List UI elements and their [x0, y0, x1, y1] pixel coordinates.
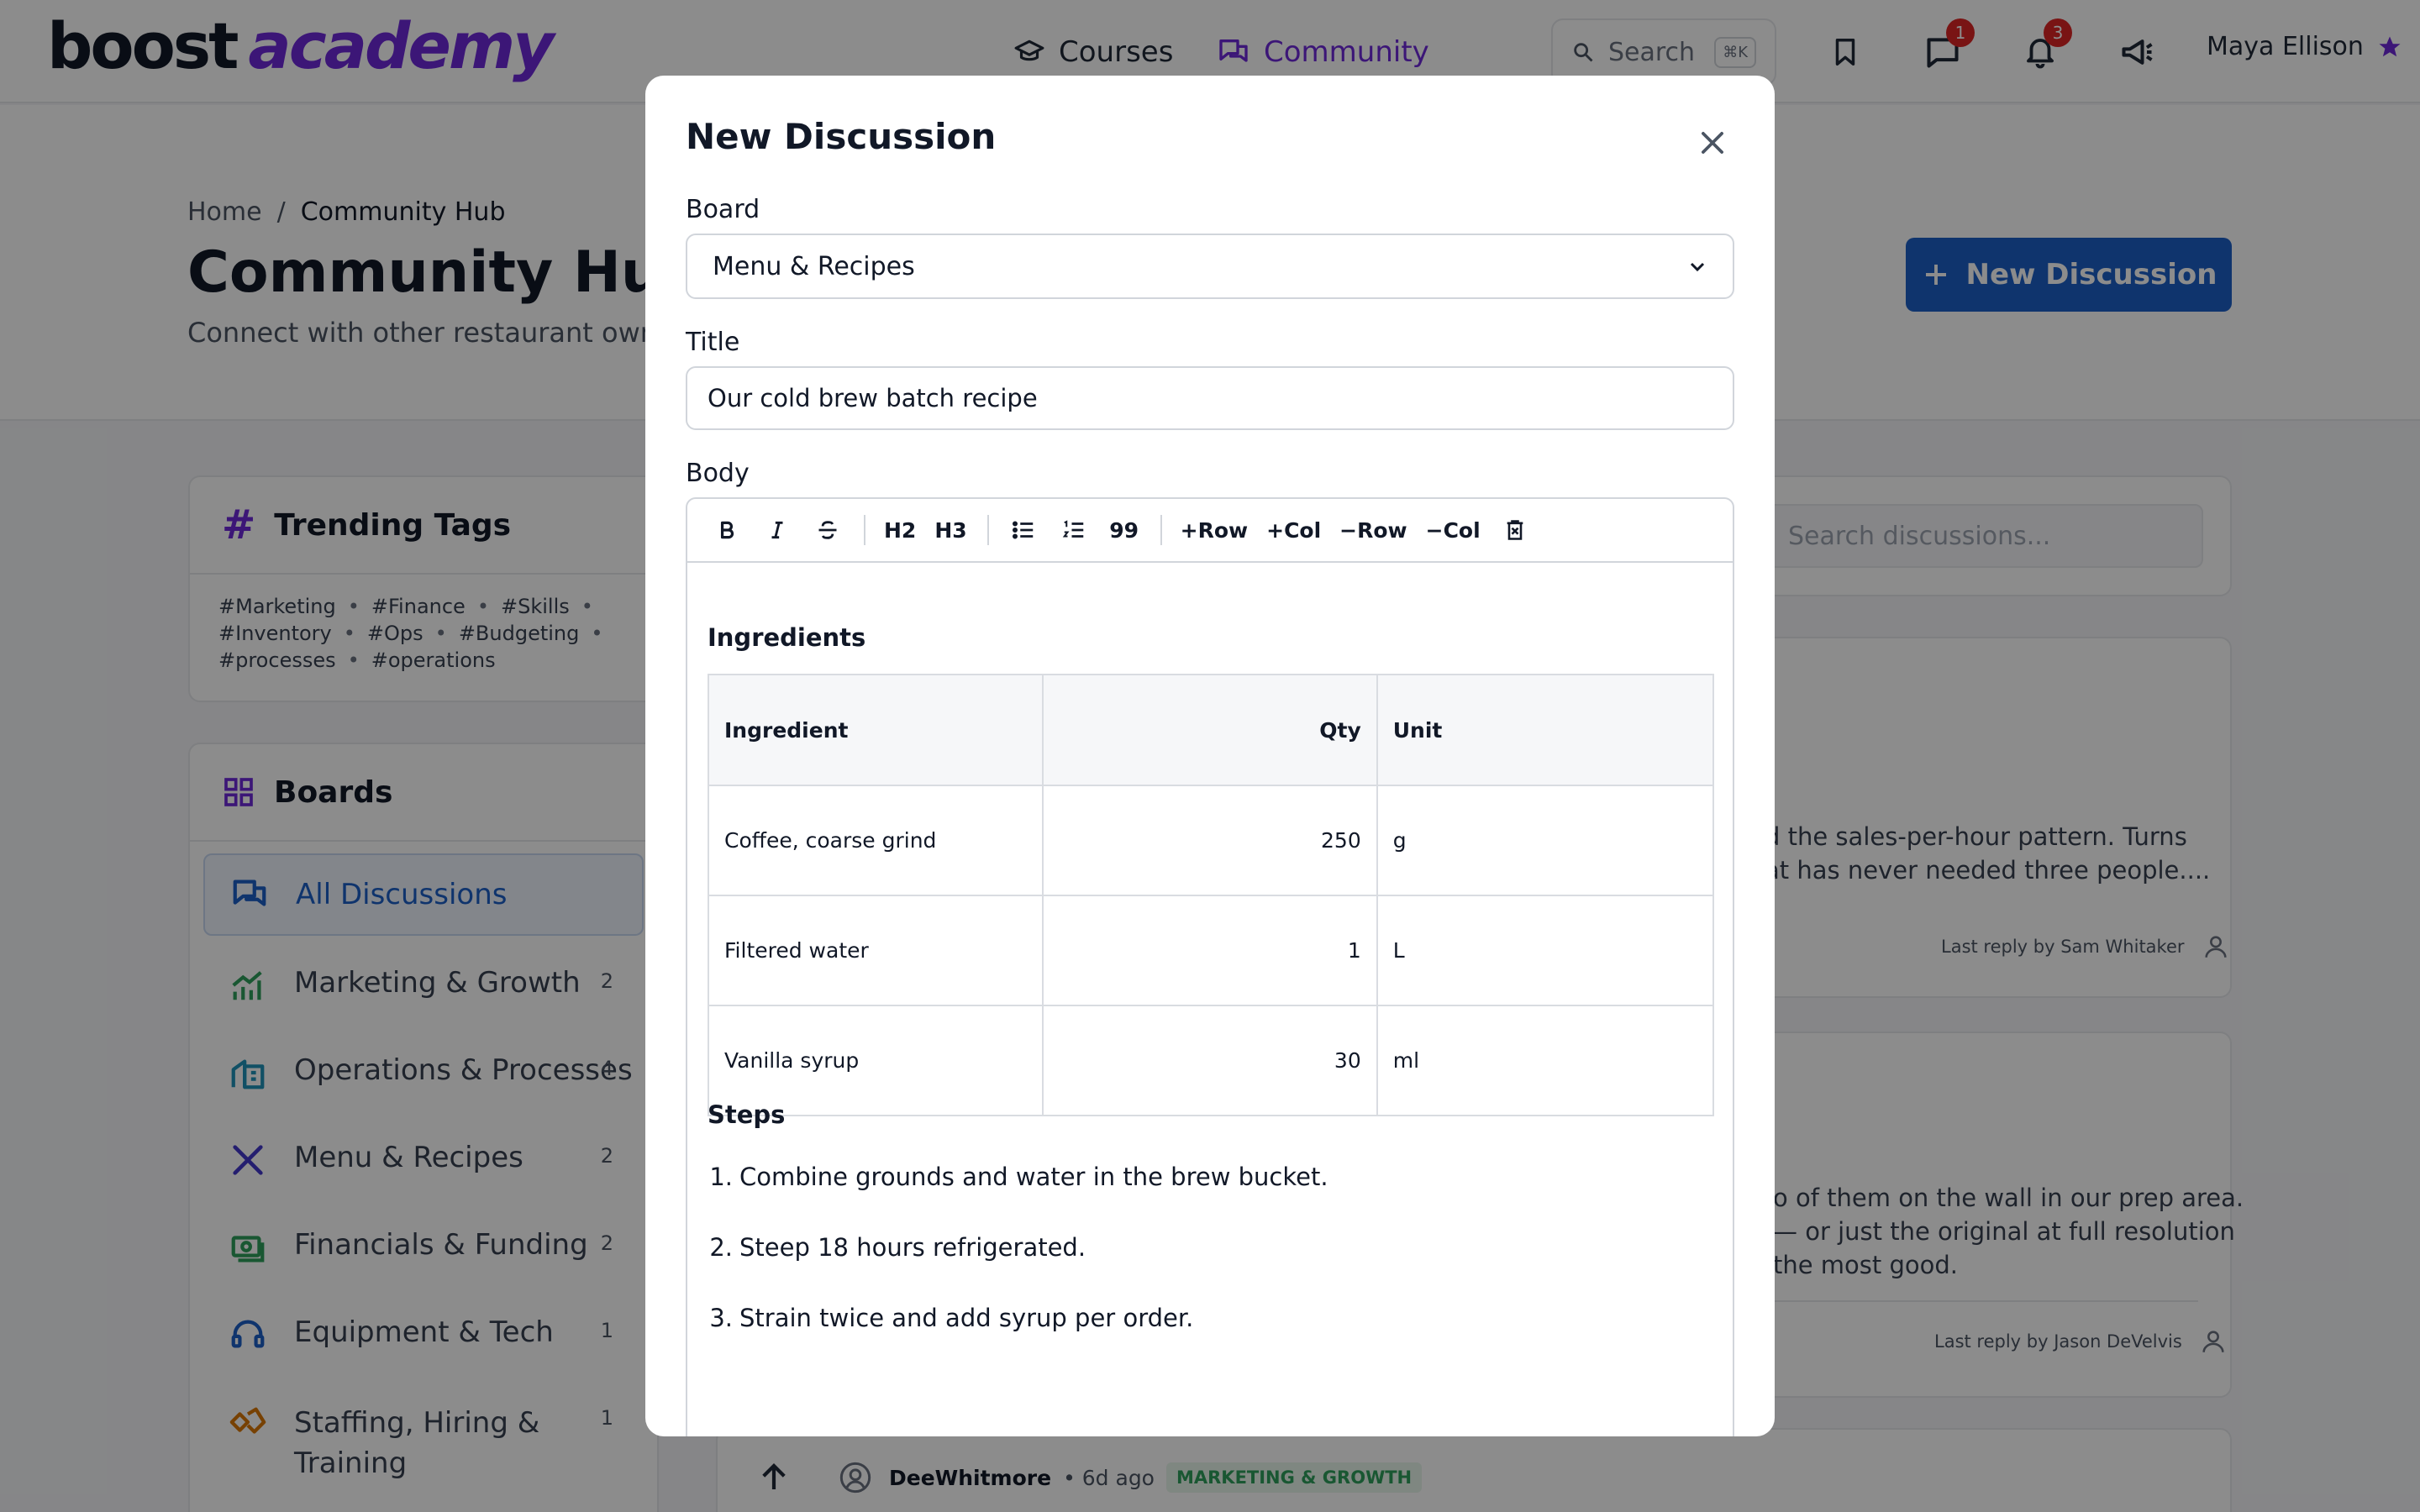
- close-icon: [1702, 132, 1723, 154]
- table-cell[interactable]: g: [1376, 785, 1715, 896]
- blockquote-button[interactable]: 99: [1103, 509, 1145, 551]
- add-column-button[interactable]: +Col: [1261, 509, 1326, 551]
- step-text: Steep 18 hours refrigerated.: [739, 1233, 1086, 1262]
- heading-3-button[interactable]: H3: [929, 509, 971, 551]
- bullet-list-icon: [1012, 521, 1033, 539]
- table-row: Vanilla syrup 30 ml: [707, 1005, 1715, 1116]
- italic-button[interactable]: [756, 509, 798, 551]
- bold-button[interactable]: [706, 509, 748, 551]
- chevron-down-icon: [1690, 262, 1705, 272]
- toolbar-separator: [1160, 515, 1162, 545]
- table-cell[interactable]: 1: [1042, 895, 1378, 1006]
- table-header-cell[interactable]: Ingredient: [707, 674, 1044, 786]
- numbered-list-icon: [1062, 520, 1083, 538]
- title-field-label: Title: [686, 328, 740, 357]
- board-field-label: Board: [686, 195, 760, 224]
- heading-2-button[interactable]: H2: [879, 509, 921, 551]
- bullet-list-button[interactable]: [1002, 509, 1044, 551]
- new-discussion-modal: New Discussion Board Menu & Recipes Titl…: [645, 76, 1775, 1436]
- delete-column-button[interactable]: −Col: [1421, 509, 1486, 551]
- italic-icon: [771, 521, 783, 539]
- step-text: Combine grounds and water in the brew bu…: [739, 1163, 1328, 1191]
- board-select[interactable]: Menu & Recipes: [686, 234, 1734, 299]
- table-header-cell[interactable]: Unit: [1376, 674, 1715, 786]
- table-cell[interactable]: ml: [1376, 1005, 1715, 1116]
- board-select-value: Menu & Recipes: [713, 251, 915, 281]
- table-cell[interactable]: L: [1376, 895, 1715, 1006]
- steps-list[interactable]: 1. Combine grounds and water in the brew …: [699, 1163, 1328, 1374]
- delete-row-button[interactable]: −Row: [1334, 509, 1412, 551]
- table-row: Filtered water 1 L: [707, 895, 1715, 1006]
- numbered-list-button[interactable]: [1053, 509, 1095, 551]
- toolbar-separator: [864, 515, 865, 545]
- modal-title: New Discussion: [686, 116, 997, 157]
- list-item: 3. Strain twice and add syrup per order.: [699, 1304, 1328, 1374]
- table-header-row: Ingredient Qty Unit: [707, 674, 1715, 786]
- strikethrough-button[interactable]: [807, 509, 849, 551]
- table-cell[interactable]: Coffee, coarse grind: [707, 785, 1044, 896]
- modal-close-button[interactable]: [1687, 118, 1738, 168]
- editor-toolbar: H2 H3 99 +Row +Col −Row −Col: [687, 499, 1733, 563]
- delete-table-button[interactable]: [1494, 509, 1536, 551]
- ingredients-heading: Ingredients: [708, 623, 866, 652]
- bold-icon: [720, 521, 734, 539]
- add-row-button[interactable]: +Row: [1176, 509, 1253, 551]
- table-cell[interactable]: 30: [1042, 1005, 1378, 1116]
- table-row: Coffee, coarse grind 250 g: [707, 785, 1715, 896]
- delete-table-icon: [1507, 520, 1523, 540]
- table-cell[interactable]: 250: [1042, 785, 1378, 896]
- strikethrough-icon: [818, 521, 837, 539]
- list-item: 1. Combine grounds and water in the brew …: [699, 1163, 1328, 1233]
- list-item: 2. Steep 18 hours refrigerated.: [699, 1233, 1328, 1304]
- title-input[interactable]: Our cold brew batch recipe: [686, 366, 1734, 430]
- table-cell[interactable]: Filtered water: [707, 895, 1044, 1006]
- steps-heading: Steps: [708, 1100, 786, 1129]
- body-field-label: Body: [686, 459, 750, 488]
- step-text: Strain twice and add syrup per order.: [739, 1304, 1194, 1332]
- ingredients-table[interactable]: Ingredient Qty Unit Coffee, coarse grind…: [707, 674, 1715, 1116]
- toolbar-separator: [986, 515, 989, 545]
- table-cell[interactable]: Vanilla syrup: [707, 1005, 1044, 1116]
- rich-text-editor[interactable]: H2 H3 99 +Row +Col −Row −Col Ingredients: [686, 497, 1734, 1436]
- table-header-cell[interactable]: Qty: [1042, 674, 1378, 786]
